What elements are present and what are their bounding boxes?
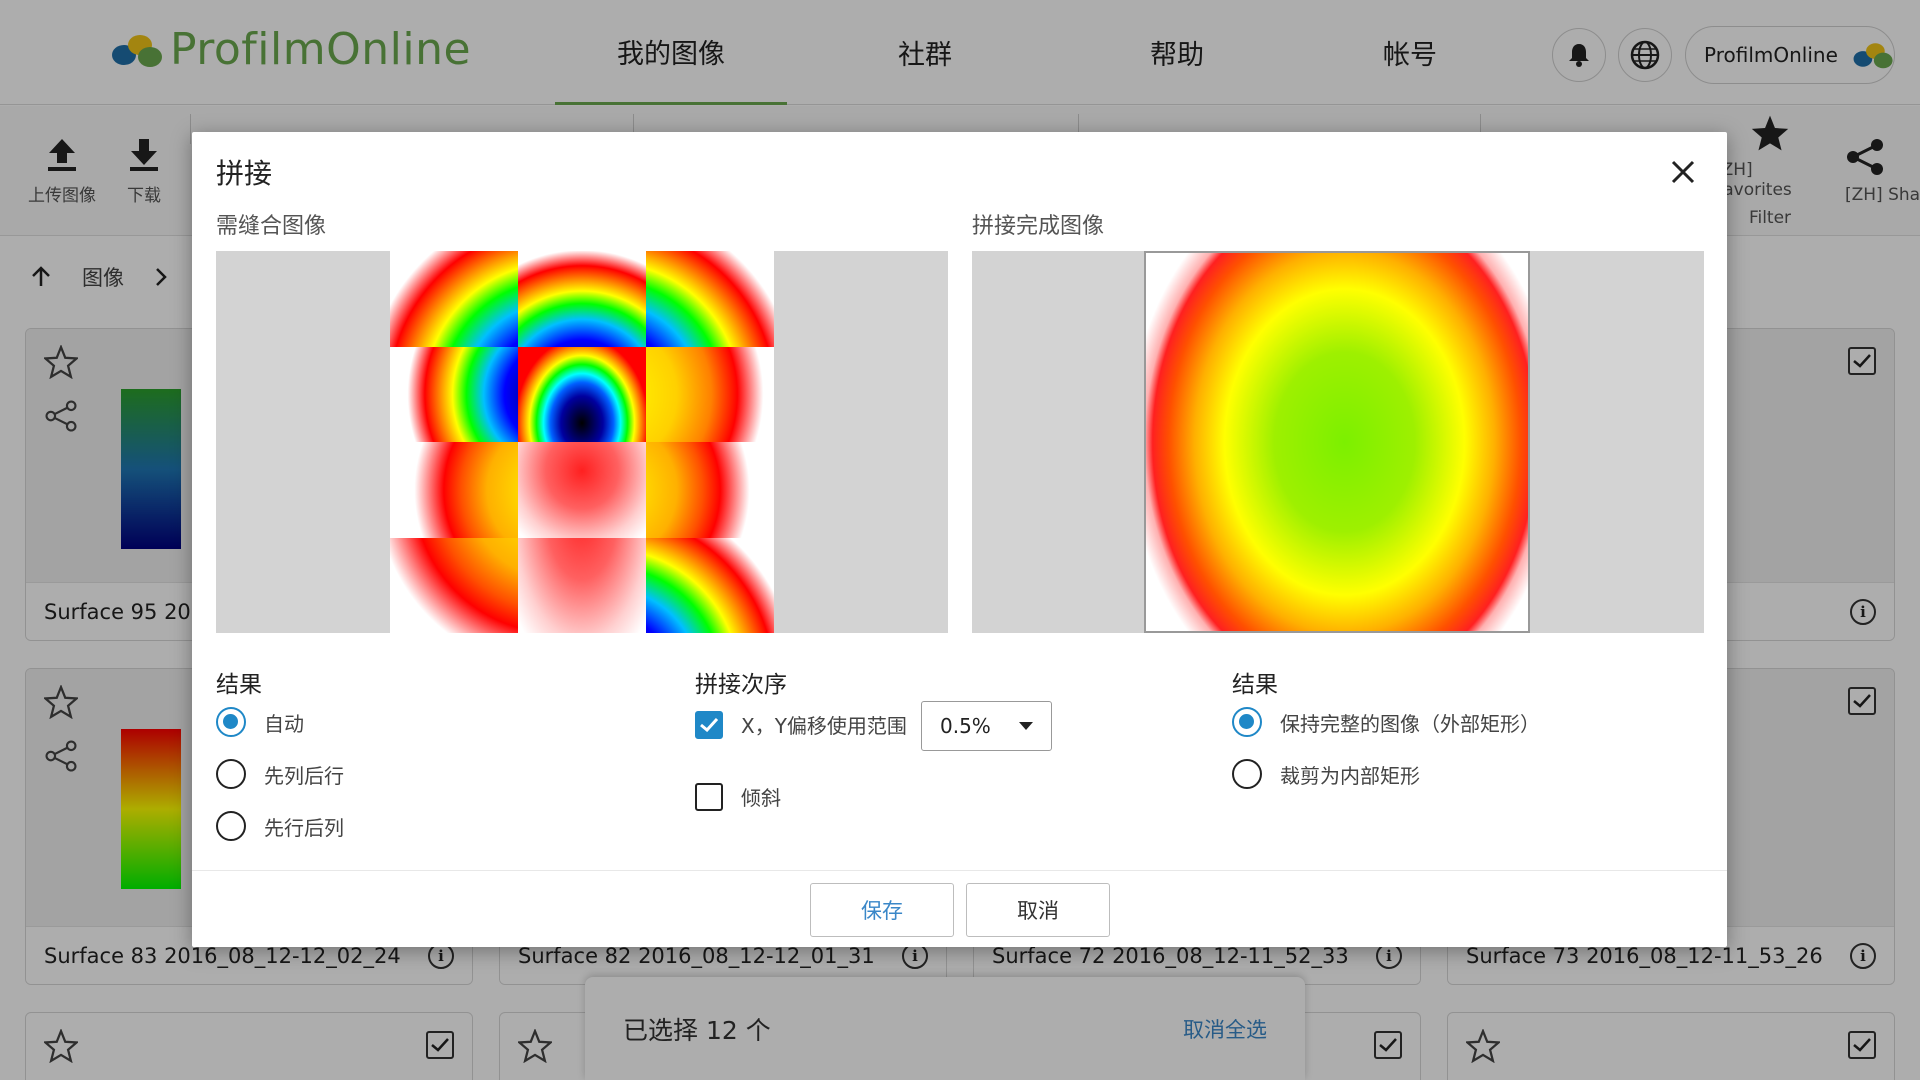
radio-label: 自动 bbox=[264, 711, 304, 736]
dialog-divider bbox=[192, 870, 1727, 871]
result-section-title: 结果 bbox=[216, 672, 262, 698]
dialog-title: 拼接 bbox=[216, 157, 273, 190]
image-tile[interactable] bbox=[390, 537, 518, 633]
radio-crop-inner[interactable]: 裁剪为内部矩形 bbox=[1232, 759, 1420, 789]
radio-column-first[interactable]: 先列后行 bbox=[216, 759, 344, 789]
radio-button-selected[interactable] bbox=[216, 707, 246, 737]
radio-label: 保持完整的图像（外部矩形） bbox=[1280, 711, 1540, 736]
radio-auto[interactable]: 自动 bbox=[216, 707, 304, 737]
source-images-label: 需缝合图像 bbox=[216, 214, 327, 239]
image-tile[interactable] bbox=[518, 346, 646, 442]
radio-button-selected[interactable] bbox=[1232, 707, 1262, 737]
stitched-image-label: 拼接完成图像 bbox=[972, 214, 1105, 239]
offset-range-select[interactable]: 0.5% bbox=[921, 701, 1052, 751]
image-tile[interactable] bbox=[518, 537, 646, 633]
offset-range-label: X，Y偏移使用范围 bbox=[741, 714, 907, 738]
radio-label: 先行后列 bbox=[264, 815, 344, 840]
image-tile[interactable] bbox=[518, 251, 646, 347]
image-tile[interactable] bbox=[390, 442, 518, 538]
tile-grid bbox=[390, 251, 774, 633]
source-images-panel bbox=[216, 251, 948, 633]
offset-range-checkbox-row[interactable]: X，Y偏移使用范围 bbox=[695, 710, 907, 739]
stitched-image bbox=[1144, 251, 1530, 633]
image-tile[interactable] bbox=[646, 346, 774, 442]
radio-label: 裁剪为内部矩形 bbox=[1280, 763, 1420, 788]
checkmark-icon bbox=[700, 717, 718, 732]
radio-row-first[interactable]: 先行后列 bbox=[216, 811, 344, 841]
close-button[interactable] bbox=[1667, 156, 1699, 188]
tilt-checkbox-row[interactable]: 倾斜 bbox=[695, 782, 781, 811]
stitch-dialog: 拼接 需缝合图像 拼接完成图像 结果 自动 先列后行 先行后列 拼接次序 X，Y… bbox=[192, 132, 1727, 947]
close-icon bbox=[1671, 160, 1695, 184]
radio-button[interactable] bbox=[216, 811, 246, 841]
image-tile[interactable] bbox=[390, 251, 518, 347]
radio-button[interactable] bbox=[1232, 759, 1262, 789]
radio-keep-full-image[interactable]: 保持完整的图像（外部矩形） bbox=[1232, 707, 1540, 737]
save-button[interactable]: 保存 bbox=[810, 883, 954, 937]
image-tile[interactable] bbox=[646, 442, 774, 538]
image-tile[interactable] bbox=[646, 251, 774, 347]
image-tile[interactable] bbox=[390, 346, 518, 442]
dropdown-caret-icon bbox=[1019, 722, 1033, 730]
offset-range-value: 0.5% bbox=[940, 714, 991, 738]
stitched-image-panel bbox=[972, 251, 1704, 633]
radio-button[interactable] bbox=[216, 759, 246, 789]
cancel-button[interactable]: 取消 bbox=[966, 883, 1110, 937]
image-tile[interactable] bbox=[646, 537, 774, 633]
output-section-title: 结果 bbox=[1232, 672, 1278, 698]
radio-label: 先列后行 bbox=[264, 763, 344, 788]
stitch-order-section-title: 拼接次序 bbox=[695, 672, 787, 698]
checkbox[interactable] bbox=[695, 782, 723, 811]
tilt-label: 倾斜 bbox=[741, 786, 781, 810]
checkbox-checked[interactable] bbox=[695, 710, 723, 739]
image-tile[interactable] bbox=[518, 442, 646, 538]
